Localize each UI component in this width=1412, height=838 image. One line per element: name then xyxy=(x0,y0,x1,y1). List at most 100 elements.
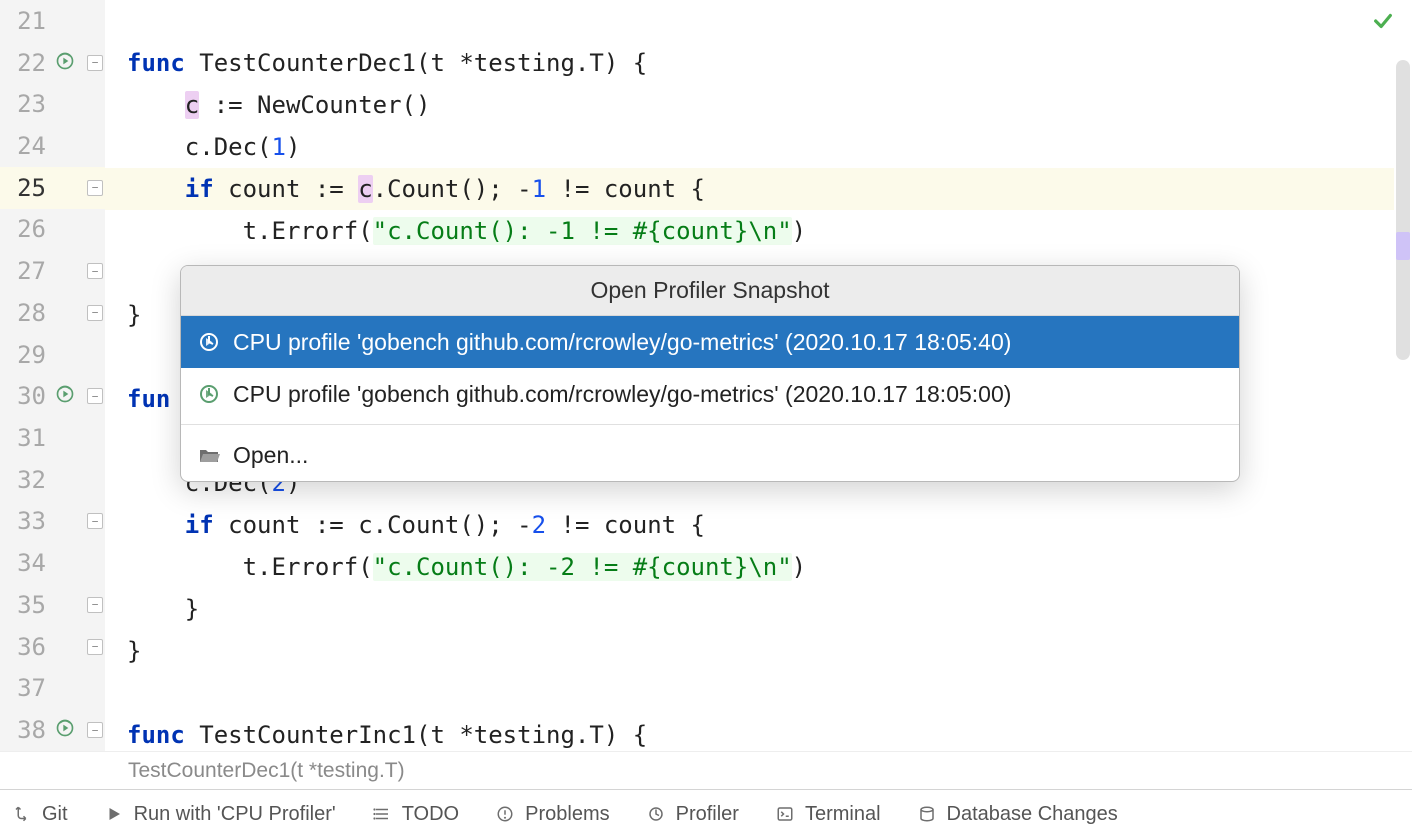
gutter-row[interactable]: 32 xyxy=(0,459,105,501)
toolbar-profiler[interactable]: Profiler xyxy=(646,803,739,826)
popup-item-profile[interactable]: CPU profile 'gobench github.com/rcrowley… xyxy=(181,316,1239,368)
fold-marker[interactable]: − xyxy=(87,180,103,196)
line-number: 31 xyxy=(0,424,52,452)
toolbar-label: Terminal xyxy=(805,803,881,826)
gutter-row[interactable]: 36 − xyxy=(0,626,105,668)
gutter-row[interactable]: 24 xyxy=(0,125,105,167)
code-line[interactable]: } xyxy=(105,630,1412,672)
todo-icon xyxy=(372,804,392,824)
breadcrumb-text: TestCounterDec1(t *testing.T) xyxy=(128,759,405,783)
toolbar-terminal[interactable]: Terminal xyxy=(775,803,881,826)
marker-strip[interactable] xyxy=(1394,0,1412,751)
line-number: 25 xyxy=(0,174,52,202)
popup-separator xyxy=(181,424,1239,425)
toolbar-label: Run with 'CPU Profiler' xyxy=(134,803,336,826)
bottom-toolbar: Git Run with 'CPU Profiler' TODO Problems Pr… xyxy=(0,789,1412,838)
gutter-row[interactable]: 27 − xyxy=(0,250,105,292)
scrollbar-thumb[interactable] xyxy=(1396,60,1410,360)
line-number: 23 xyxy=(0,90,52,118)
code-line[interactable]: c.Dec(1) xyxy=(105,126,1412,168)
editor: 21 22 − 23 24 25 − 26 27 − 28 − 29 30 − 31 32 33 − 3435− 36 −… xyxy=(0,0,1412,751)
gutter-row[interactable]: 30 − xyxy=(0,375,105,417)
toolbar-label: Database Changes xyxy=(947,803,1118,826)
gutter-row[interactable]: 38 − xyxy=(0,709,105,751)
line-number: 37 xyxy=(0,674,52,702)
gutter-row[interactable]: 21 xyxy=(0,0,105,42)
inspection-status[interactable] xyxy=(1372,10,1394,36)
gutter-row[interactable]: 33 − xyxy=(0,501,105,543)
line-number: 26 xyxy=(0,215,52,243)
profile-icon xyxy=(197,382,221,406)
gutter-row[interactable]: 35− xyxy=(0,584,105,626)
git-icon xyxy=(12,804,32,824)
toolbar-label: Git xyxy=(42,803,68,826)
popup-item-open[interactable]: Open... xyxy=(181,429,1239,481)
popup-item-profile[interactable]: CPU profile 'gobench github.com/rcrowley… xyxy=(181,368,1239,420)
check-icon xyxy=(1372,17,1394,36)
marker[interactable] xyxy=(1396,232,1410,260)
breadcrumb[interactable]: TestCounterDec1(t *testing.T) xyxy=(0,751,1412,789)
toolbar-label: TODO xyxy=(402,803,459,826)
fold-marker[interactable]: − xyxy=(87,597,103,613)
profile-icon xyxy=(197,330,221,354)
gutter-row[interactable]: 29 xyxy=(0,334,105,376)
run-test-icon[interactable] xyxy=(55,49,75,77)
profiler-snapshot-popup: Open Profiler Snapshot CPU profile 'gobe… xyxy=(180,265,1240,482)
play-icon xyxy=(104,804,124,824)
problems-icon xyxy=(495,804,515,824)
gutter-row[interactable]: 28 − xyxy=(0,292,105,334)
line-number: 30 xyxy=(0,382,52,410)
toolbar-label: Problems xyxy=(525,803,609,826)
code-line[interactable]: t.Errorf("c.Count(): -1 != #{count}\n") xyxy=(105,210,1412,252)
code-line[interactable] xyxy=(105,0,1412,42)
line-number: 27 xyxy=(0,257,52,285)
toolbar-label: Profiler xyxy=(676,803,739,826)
fold-marker[interactable]: − xyxy=(87,388,103,404)
line-number: 38 xyxy=(0,716,52,744)
line-number: 24 xyxy=(0,132,52,160)
code-line[interactable]: func TestCounterDec1(t *testing.T) { xyxy=(105,42,1412,84)
gutter-row[interactable]: 34 xyxy=(0,542,105,584)
gutter-row[interactable]: 37 xyxy=(0,668,105,710)
code-line[interactable]: if count := c.Count(); -1 != count { xyxy=(105,168,1412,210)
popup-title: Open Profiler Snapshot xyxy=(181,266,1239,316)
toolbar-problems[interactable]: Problems xyxy=(495,803,609,826)
code-line[interactable] xyxy=(105,672,1412,714)
code-line[interactable]: if count := c.Count(); -2 != count { xyxy=(105,504,1412,546)
gutter-row[interactable]: 22 − xyxy=(0,42,105,84)
line-number: 33 xyxy=(0,507,52,535)
fold-marker[interactable]: − xyxy=(87,263,103,279)
toolbar-play[interactable]: Run with 'CPU Profiler' xyxy=(104,803,336,826)
gutter-row[interactable]: 25 − xyxy=(0,167,105,209)
line-number: 29 xyxy=(0,341,52,369)
gutter: 21 22 − 23 24 25 − 26 27 − 28 − 29 30 − 31 32 33 − 3435− 36 −… xyxy=(0,0,105,751)
gutter-row[interactable]: 26 xyxy=(0,209,105,251)
toolbar-db[interactable]: Database Changes xyxy=(917,803,1118,826)
popup-item-label: CPU profile 'gobench github.com/rcrowley… xyxy=(233,329,1011,356)
fold-marker[interactable]: − xyxy=(87,55,103,71)
toolbar-git[interactable]: Git xyxy=(12,803,68,826)
run-test-icon[interactable] xyxy=(55,382,75,410)
profiler-icon xyxy=(646,804,666,824)
db-icon xyxy=(917,804,937,824)
fold-marker[interactable]: − xyxy=(87,513,103,529)
line-number: 28 xyxy=(0,299,52,327)
toolbar-todo[interactable]: TODO xyxy=(372,803,459,826)
fold-marker[interactable]: − xyxy=(87,722,103,738)
code-line[interactable]: } xyxy=(105,588,1412,630)
line-number: 36 xyxy=(0,633,52,661)
run-test-icon[interactable] xyxy=(55,716,75,744)
code-line[interactable]: c := NewCounter() xyxy=(105,84,1412,126)
terminal-icon xyxy=(775,804,795,824)
folder-open-icon xyxy=(197,443,221,467)
fold-marker[interactable]: − xyxy=(87,639,103,655)
code-line[interactable]: t.Errorf("c.Count(): -2 != #{count}\n") xyxy=(105,546,1412,588)
gutter-row[interactable]: 31 xyxy=(0,417,105,459)
line-number: 22 xyxy=(0,49,52,77)
gutter-row[interactable]: 23 xyxy=(0,83,105,125)
line-number: 32 xyxy=(0,466,52,494)
popup-item-label: Open... xyxy=(233,442,308,469)
line-number: 21 xyxy=(0,7,52,35)
code-line[interactable]: func TestCounterInc1(t *testing.T) { xyxy=(105,714,1412,756)
fold-marker[interactable]: − xyxy=(87,305,103,321)
